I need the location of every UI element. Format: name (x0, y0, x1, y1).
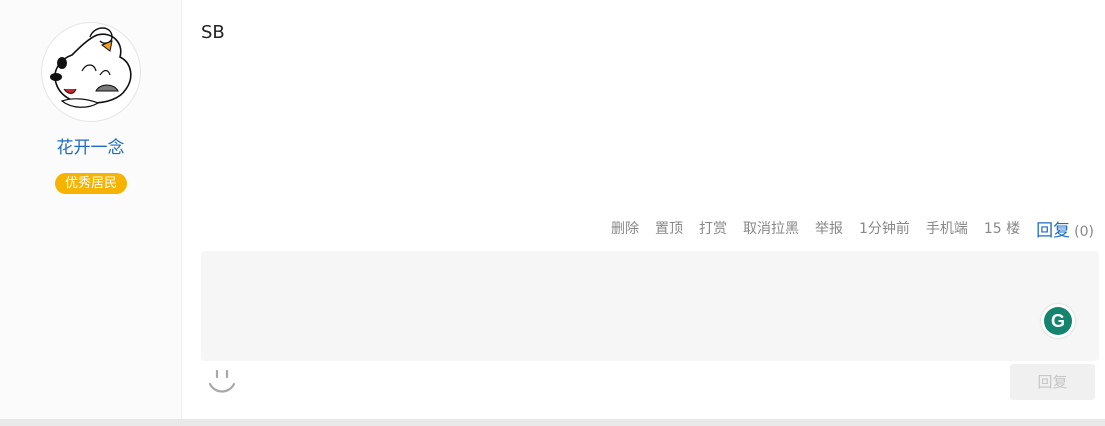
avatar[interactable] (41, 22, 141, 122)
reply-toggle: 回复 (0) (1036, 216, 1094, 241)
user-panel: 花开一念 优秀居民 (0, 0, 182, 419)
comment-actions: 删除 置顶 打赏 取消拉黑 举报 1分钟前 手机端 15 楼 回复 (0) (611, 216, 1094, 241)
username-link[interactable]: 花开一念 (0, 133, 181, 158)
reply-input[interactable] (201, 251, 1099, 361)
reply-count: (0) (1074, 223, 1094, 240)
comment-card: 花开一念 优秀居民 SB 删除 置顶 打赏 取消拉黑 举报 1分钟前 手机端 1… (0, 0, 1105, 419)
cartoon-dog-avatar-icon (50, 27, 132, 108)
tip-link[interactable]: 打赏 (699, 218, 727, 238)
unblock-link[interactable]: 取消拉黑 (743, 218, 799, 238)
reply-link[interactable]: 回复 (1036, 216, 1070, 241)
grammarly-letter: G (1044, 307, 1072, 335)
report-link[interactable]: 举报 (815, 218, 843, 238)
floor-number: 15 楼 (983, 221, 1021, 237)
comment-content: SB (201, 22, 225, 43)
pin-link[interactable]: 置顶 (655, 218, 683, 238)
status-badge: 优秀居民 (55, 173, 127, 194)
reply-submit-button[interactable]: 回复 (1010, 364, 1095, 400)
delete-link[interactable]: 删除 (611, 218, 639, 238)
smiley-icon[interactable] (207, 366, 237, 396)
grammarly-icon[interactable]: G (1041, 304, 1075, 338)
device-label: 手机端 (925, 221, 968, 237)
timestamp: 1分钟前 (858, 221, 910, 237)
